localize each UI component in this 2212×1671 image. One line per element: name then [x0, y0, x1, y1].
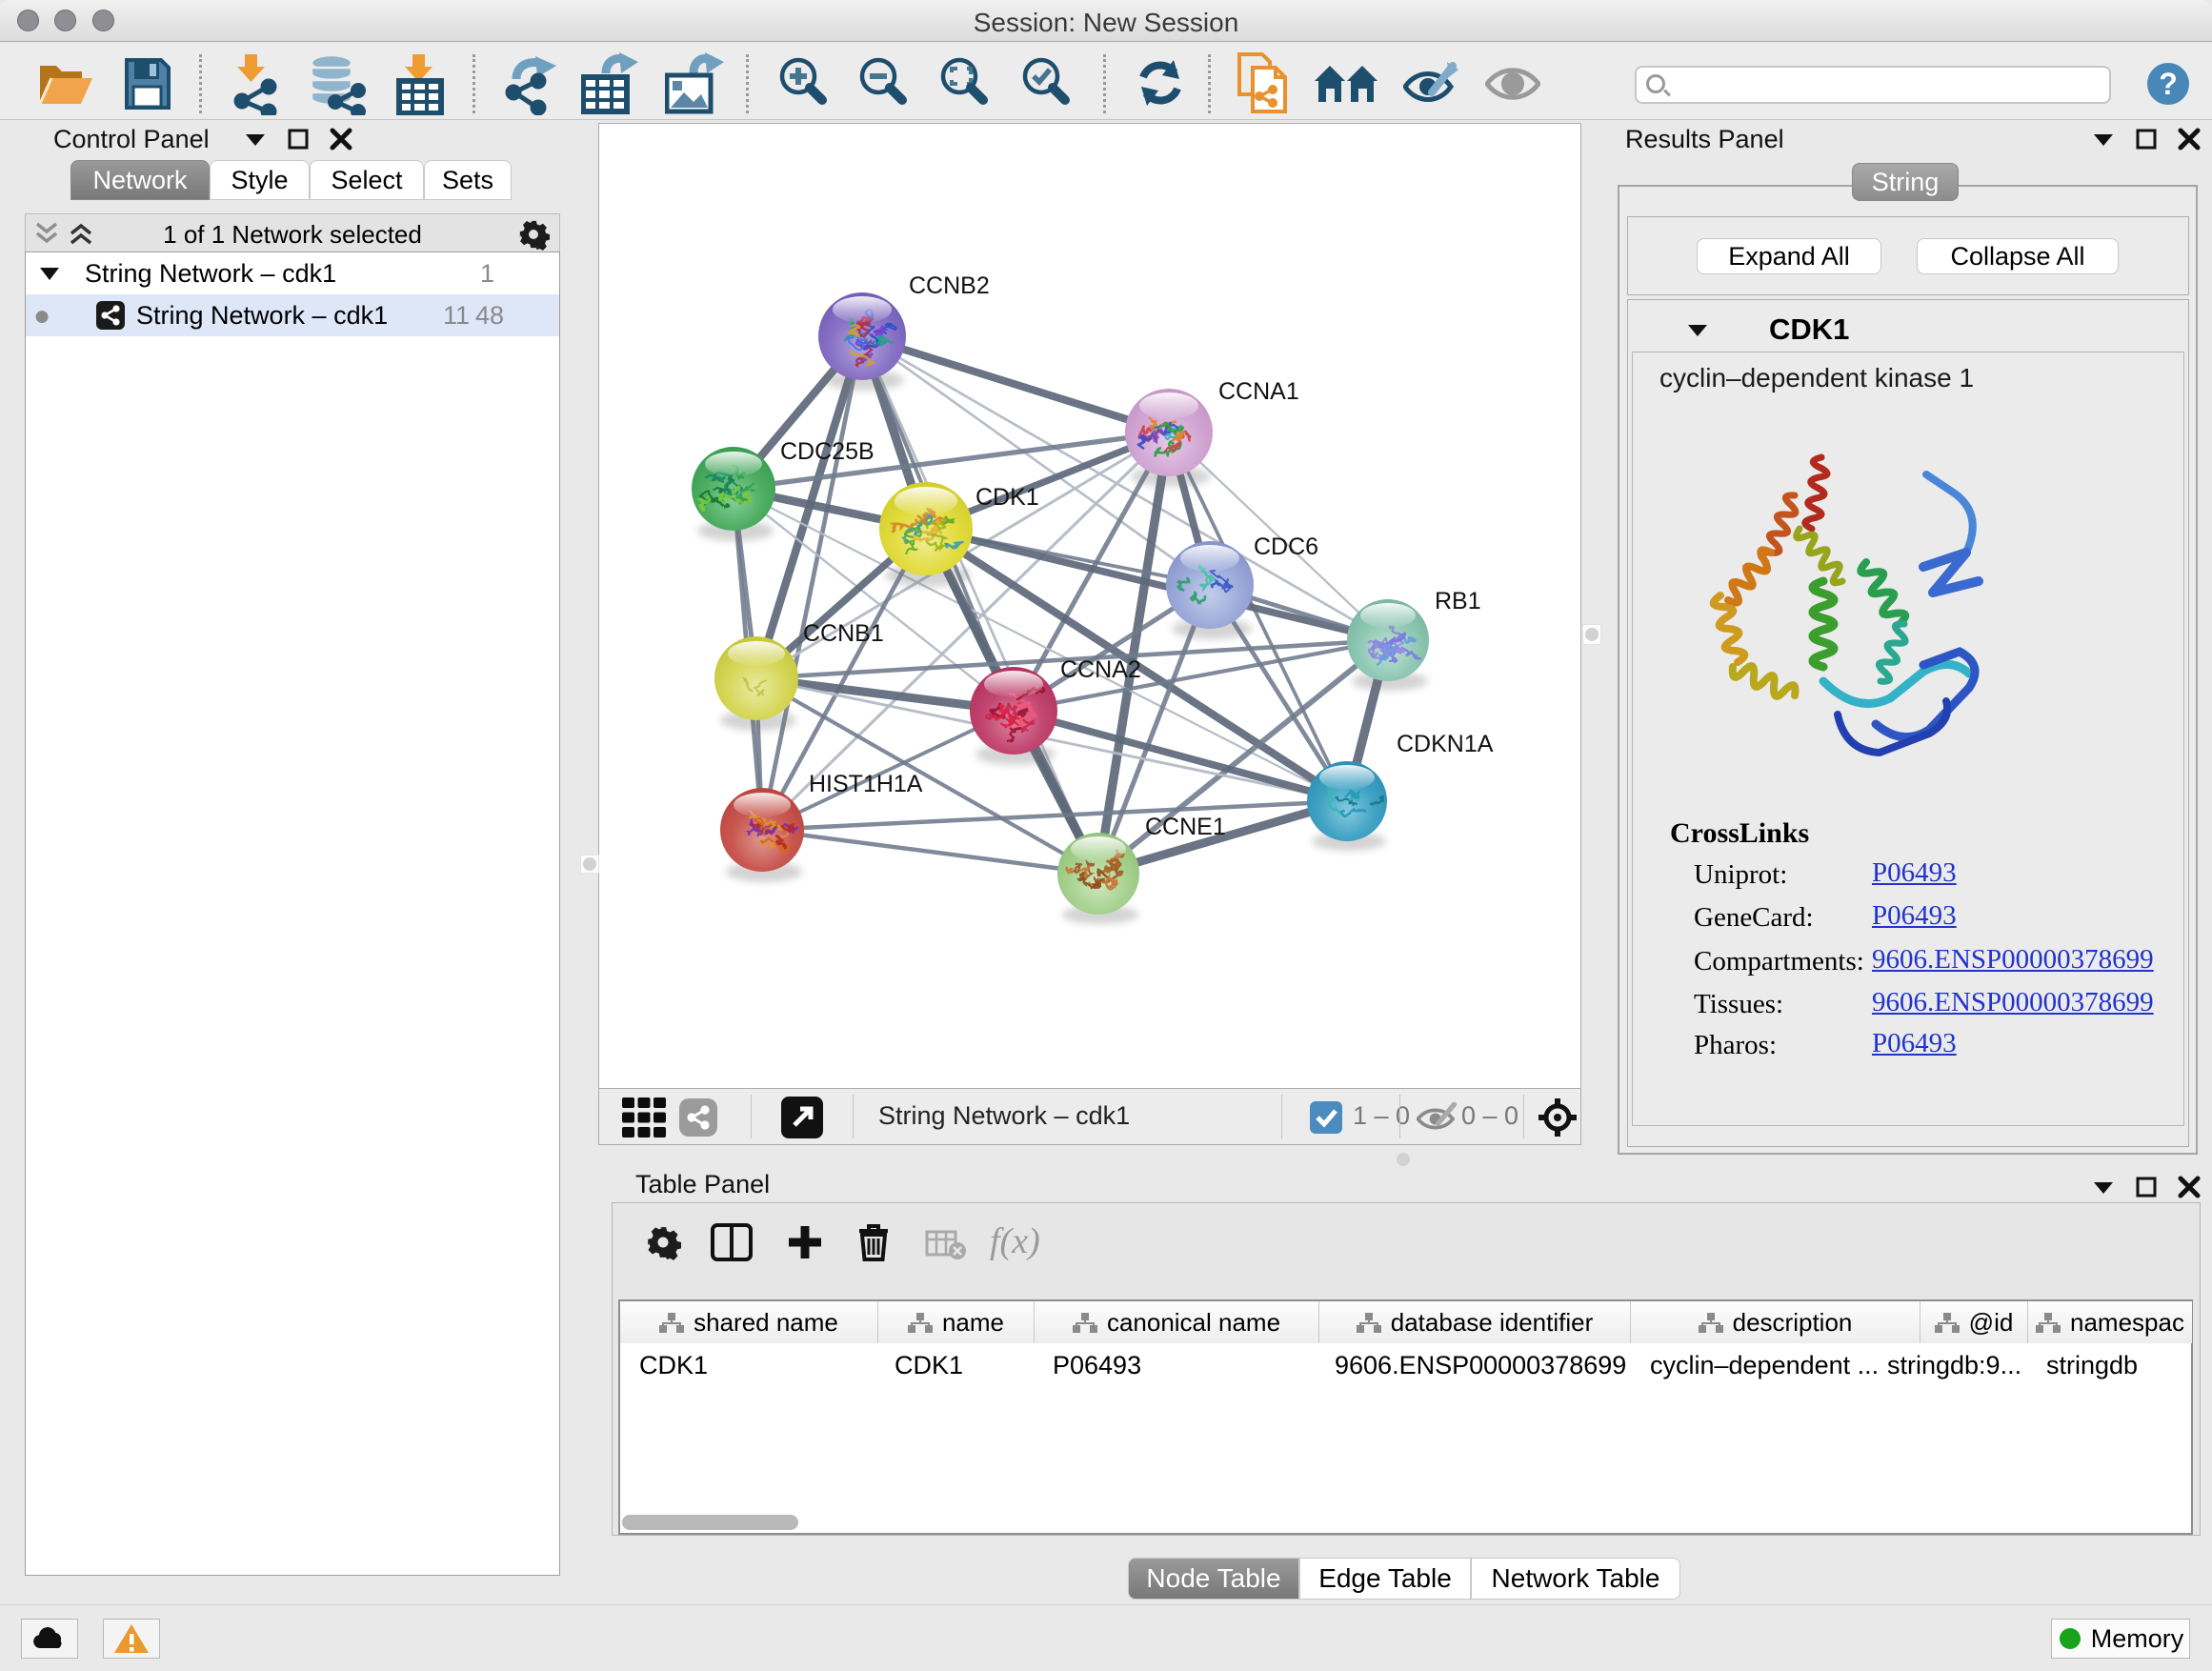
- svg-text:CDC25B: CDC25B: [780, 438, 875, 465]
- svg-text:CCNB1: CCNB1: [803, 620, 884, 647]
- svg-text:CDK1: CDK1: [975, 484, 1039, 511]
- svg-text:CDC6: CDC6: [1254, 534, 1318, 560]
- svg-text:CDKN1A: CDKN1A: [1397, 731, 1494, 757]
- svg-text:CCNE1: CCNE1: [1145, 814, 1226, 840]
- svg-text:CCNB2: CCNB2: [909, 272, 990, 299]
- svg-text:CCNA2: CCNA2: [1060, 656, 1141, 683]
- svg-text:?: ?: [2159, 67, 2178, 101]
- svg-text:RB1: RB1: [1435, 588, 1481, 614]
- svg-text:HIST1H1A: HIST1H1A: [809, 771, 923, 797]
- svg-text:CCNA1: CCNA1: [1218, 378, 1299, 405]
